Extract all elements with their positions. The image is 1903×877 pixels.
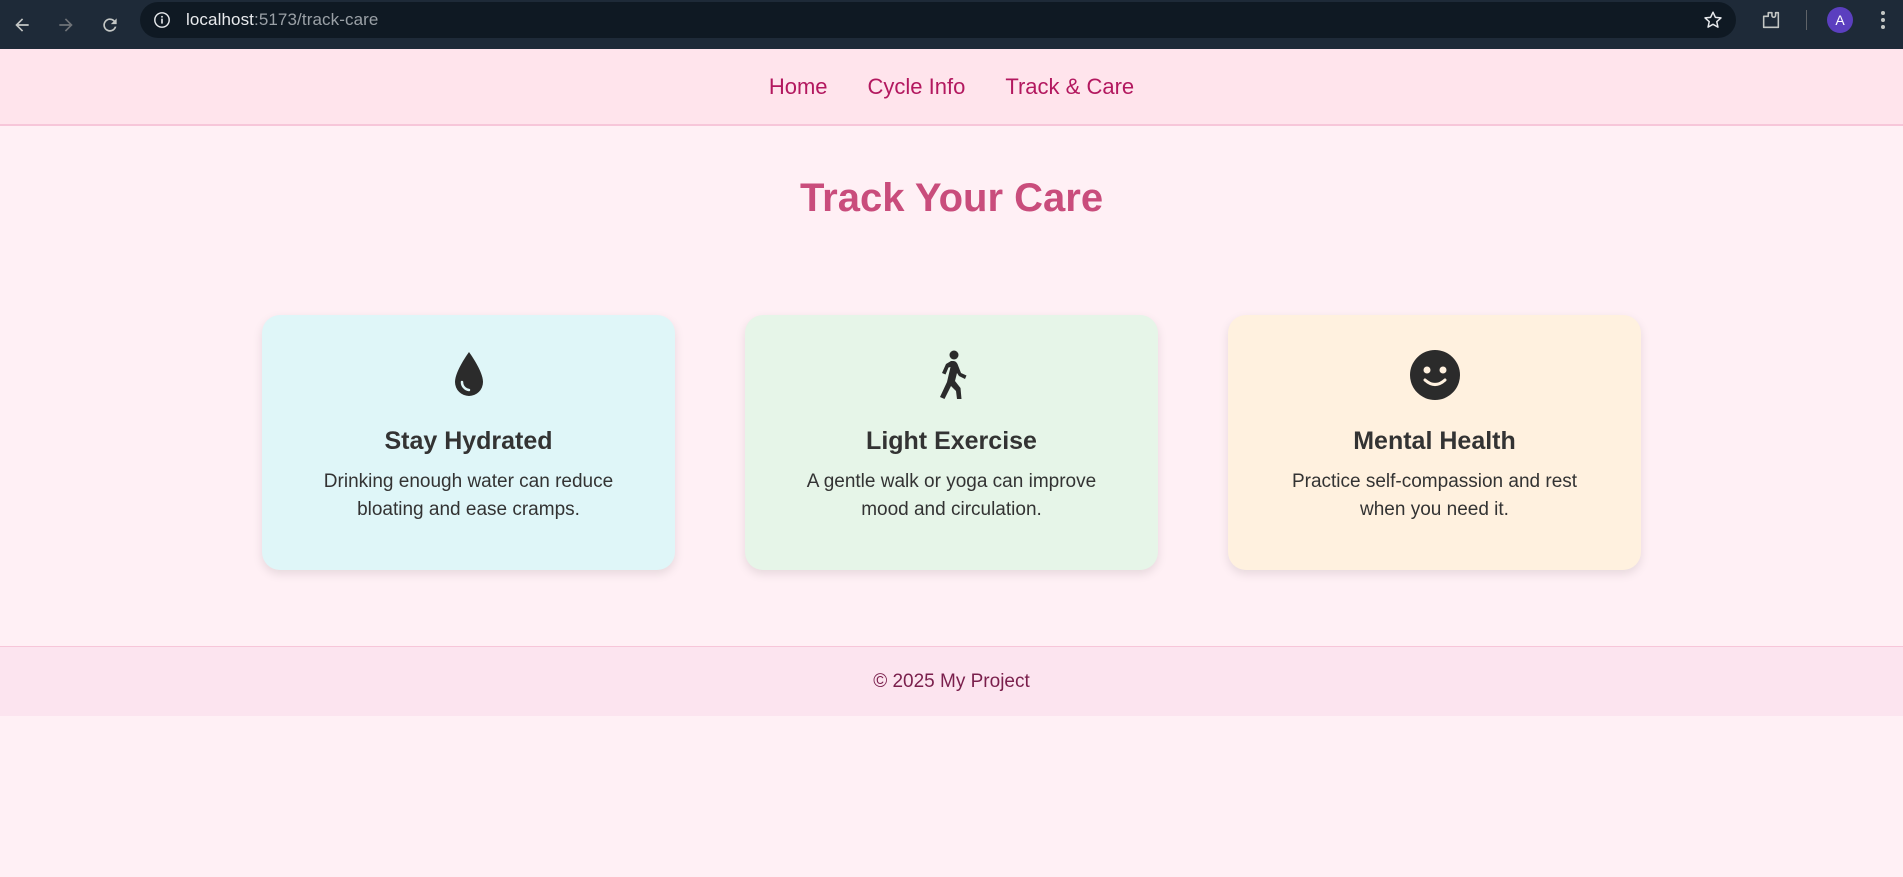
reload-icon <box>103 17 117 32</box>
site-info-icon[interactable] <box>152 10 172 30</box>
card-text: Practice self-compassion and rest when y… <box>1291 471 1578 520</box>
browser-toolbar: localhost:5173/track-care A <box>0 0 1903 49</box>
smiley-face-icon <box>1409 350 1460 400</box>
card-mental-health: Mental Health Practice self-compassion a… <box>1228 315 1641 570</box>
arrow-right-icon <box>59 17 73 32</box>
url-host: localhost <box>186 10 254 29</box>
site-footer: © 2025 My Project <box>0 646 1903 716</box>
nav-link-cycle-info[interactable]: Cycle Info <box>868 74 966 100</box>
card-stay-hydrated: Stay Hydrated Drinking enough water can … <box>262 315 675 570</box>
profile-avatar[interactable]: A <box>1827 7 1853 33</box>
footer-copyright: © 2025 My Project <box>873 670 1030 692</box>
main-navigation: Home Cycle Info Track & Care <box>0 49 1903 126</box>
forward-button[interactable] <box>48 7 84 43</box>
nav-link-track-care[interactable]: Track & Care <box>1005 74 1134 100</box>
reload-button[interactable] <box>92 7 128 43</box>
nav-link-home[interactable]: Home <box>769 74 828 100</box>
card-title: Light Exercise <box>866 427 1037 455</box>
bookmark-star-icon[interactable] <box>1702 9 1724 31</box>
card-title: Mental Health <box>1353 427 1516 455</box>
arrow-left-icon <box>15 17 29 32</box>
url-path: :5173/track-care <box>254 10 379 29</box>
main-content: Track Your Care Stay Hydrated Drinking e… <box>0 126 1903 570</box>
water-drop-icon <box>454 352 483 396</box>
page-title: Track Your Care <box>799 176 1104 220</box>
back-button[interactable] <box>4 7 40 43</box>
toolbar-divider <box>1806 10 1807 30</box>
kebab-menu-icon[interactable] <box>1873 9 1893 31</box>
walking-person-icon <box>939 350 966 399</box>
card-text: Drinking enough water can reduce bloatin… <box>323 471 614 520</box>
card-light-exercise: Light Exercise A gentle walk or yoga can… <box>745 315 1158 570</box>
extensions-icon[interactable] <box>1760 9 1782 31</box>
card-title: Stay Hydrated <box>384 427 553 455</box>
care-cards: Stay Hydrated Drinking enough water can … <box>0 315 1903 570</box>
address-bar[interactable]: localhost:5173/track-care <box>140 2 1736 38</box>
url-text: localhost:5173/track-care <box>186 10 378 30</box>
browser-actions: A <box>1760 0 1903 40</box>
card-text: A gentle walk or yoga can improve mood a… <box>806 471 1097 520</box>
